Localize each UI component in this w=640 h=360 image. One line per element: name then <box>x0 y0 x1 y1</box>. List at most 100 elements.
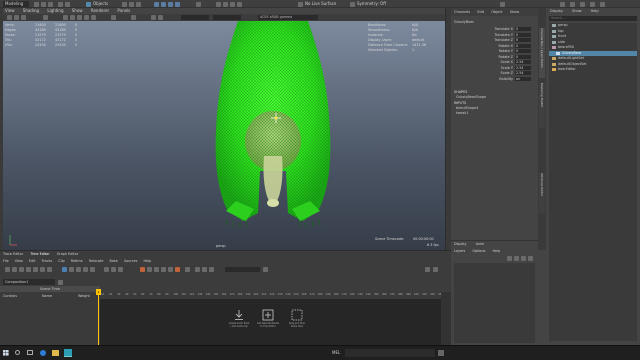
play-back-icon[interactable] <box>154 267 159 272</box>
objects-mode-icon[interactable] <box>86 1 91 7</box>
new-layer-selected-icon[interactable] <box>528 256 533 261</box>
zoom-out-icon[interactable] <box>433 267 438 272</box>
bookmarks-icon[interactable] <box>21 15 26 20</box>
channel-value[interactable]: 2.54 <box>515 65 531 70</box>
key-icon[interactable] <box>40 267 45 272</box>
layer-move-up-icon[interactable] <box>507 256 512 261</box>
snap-icon[interactable] <box>62 267 67 272</box>
folder-icon[interactable] <box>33 267 38 272</box>
unlink-icon[interactable] <box>111 267 116 272</box>
outliner-item[interactable]: defaultLightSet <box>549 56 637 61</box>
options-menu[interactable]: Options <box>472 249 485 253</box>
tab-anim[interactable]: Anim <box>476 242 485 246</box>
snap-view-plane-icon[interactable] <box>175 1 180 7</box>
channel-value[interactable]: on <box>515 76 531 81</box>
workspace-layout-5-icon[interactable] <box>600 1 605 7</box>
input-item[interactable]: blendShape4 <box>456 106 478 110</box>
step-back-icon[interactable] <box>147 267 152 272</box>
render-frame-icon[interactable] <box>216 1 221 7</box>
tab-display[interactable]: Display <box>454 242 467 246</box>
script-editor-icon[interactable] <box>438 350 444 356</box>
workspace-layout-icon[interactable] <box>560 1 565 7</box>
show-menu[interactable]: Show <box>510 8 519 16</box>
channel-value[interactable]: 0 <box>515 54 531 59</box>
channel-row[interactable]: Rotate X0 <box>451 43 538 48</box>
grid-icon[interactable] <box>43 15 48 20</box>
channel-row[interactable]: Translate Y0 <box>451 32 538 37</box>
retime-menu[interactable]: Retime <box>71 259 83 263</box>
outliner-item[interactable]: defaultObjectSet <box>549 62 637 67</box>
outliner-item[interactable]: bearEditor <box>549 67 637 72</box>
key-next-icon[interactable] <box>202 267 207 272</box>
outliner-item[interactable]: front <box>549 34 637 39</box>
live-surface-label[interactable]: No Live Surface <box>305 1 336 7</box>
viewport-3d[interactable]: Verts: 21600 21600 0 Edges: 43180 43180 0 Face… <box>3 21 445 250</box>
taskbar-maya-icon[interactable] <box>64 349 72 357</box>
isolate-select-icon[interactable] <box>131 15 136 20</box>
mel-label[interactable]: MEL <box>332 350 340 355</box>
symmetry-icon[interactable] <box>350 1 355 7</box>
lights-icon[interactable] <box>84 15 89 20</box>
crossfade-icon[interactable] <box>90 267 95 272</box>
timeline-track-area[interactable]: Create Audio Track / Add Audio Clip Add … <box>100 299 441 346</box>
time-ruler[interactable]: 10 20 30 40 50 60 70 80 90 100 110 120 130 140 150 160 1… <box>96 292 441 298</box>
gamma-field[interactable] <box>213 15 241 20</box>
color-space-select[interactable]: ACES sRGB gamma <box>258 15 318 20</box>
shape-item[interactable]: GrizzlyBearShape <box>456 95 486 99</box>
taskbar-search-icon[interactable] <box>15 350 20 355</box>
channel-value[interactable]: 2.54 <box>515 71 531 75</box>
file-save-icon[interactable] <box>48 1 53 7</box>
vertical-scrollbar[interactable] <box>441 292 451 346</box>
render-settings-icon[interactable] <box>230 1 235 7</box>
channel-value[interactable]: 0 <box>515 43 531 48</box>
clip-trim-icon[interactable] <box>69 267 74 272</box>
taskbar-explorer-icon[interactable] <box>52 350 59 356</box>
shadows-icon[interactable] <box>91 15 96 20</box>
windows-start-icon[interactable] <box>3 350 9 356</box>
channel-box-object-name[interactable]: GrizzlyBear <box>454 20 474 24</box>
workspace-select[interactable]: Modeling <box>3 1 29 7</box>
textured-icon[interactable] <box>77 15 82 20</box>
composition-select[interactable]: Composition1 <box>3 279 55 285</box>
layer-move-down-icon[interactable] <box>514 256 519 261</box>
outliner-item-selected[interactable]: GrizzlyBear <box>549 50 637 56</box>
channel-row[interactable]: Rotate Z0 <box>451 54 538 59</box>
workspace-layout-2-icon[interactable] <box>570 1 575 7</box>
channel-row[interactable]: Translate X0 <box>451 26 538 31</box>
exposure-field[interactable] <box>181 15 209 20</box>
display-menu[interactable]: Display <box>550 9 563 13</box>
workspace-layout-4-icon[interactable] <box>590 1 595 7</box>
go-to-start-icon[interactable] <box>140 267 145 272</box>
grizzly-bear-model[interactable] <box>198 21 348 231</box>
channel-row[interactable]: Scale Z 2.54 <box>451 70 538 75</box>
ambient-occlusion-icon[interactable] <box>151 15 156 20</box>
symmetry-select[interactable]: Symmetry: Off <box>357 1 386 7</box>
input-item[interactable]: tweak1 <box>456 111 468 115</box>
smooth-shade-icon[interactable] <box>70 15 75 20</box>
snap-point-icon[interactable] <box>168 1 173 7</box>
taskbar-edge-icon[interactable] <box>40 350 46 356</box>
xray-icon[interactable] <box>111 15 116 20</box>
side-tab-modeling-toolkit[interactable]: Modeling Toolkit <box>539 83 545 128</box>
file-open-icon[interactable] <box>41 1 46 7</box>
file-new-icon[interactable] <box>34 1 39 7</box>
channel-row[interactable]: Visibility on <box>451 76 538 81</box>
select-by-object-icon[interactable] <box>129 1 134 7</box>
help-menu[interactable]: Help <box>492 249 500 253</box>
move-manipulator-icon[interactable] <box>271 113 281 123</box>
drag-drop-hint[interactable]: Drag and Drop Items Here <box>286 309 308 329</box>
outliner-item[interactable]: bearsFBX <box>549 45 637 50</box>
select-by-hierarchy-icon[interactable] <box>122 1 127 7</box>
key-prev-icon[interactable] <box>195 267 200 272</box>
command-input[interactable] <box>345 349 435 357</box>
toggle-icon[interactable] <box>5 267 10 272</box>
clip-scale-icon[interactable] <box>76 267 81 272</box>
audio-icon[interactable] <box>19 267 24 272</box>
add-nodes-hint[interactable]: Add Selected Nodes to Time Editor <box>257 309 279 329</box>
ipr-render-icon[interactable] <box>223 1 228 7</box>
add-track-icon[interactable] <box>26 267 31 272</box>
relocate-menu[interactable]: Relocate <box>89 259 104 263</box>
history-icon[interactable] <box>196 1 201 7</box>
new-layer-icon[interactable] <box>521 256 526 261</box>
side-tab-attribute-editor[interactable]: Attribute Editor <box>539 173 545 213</box>
